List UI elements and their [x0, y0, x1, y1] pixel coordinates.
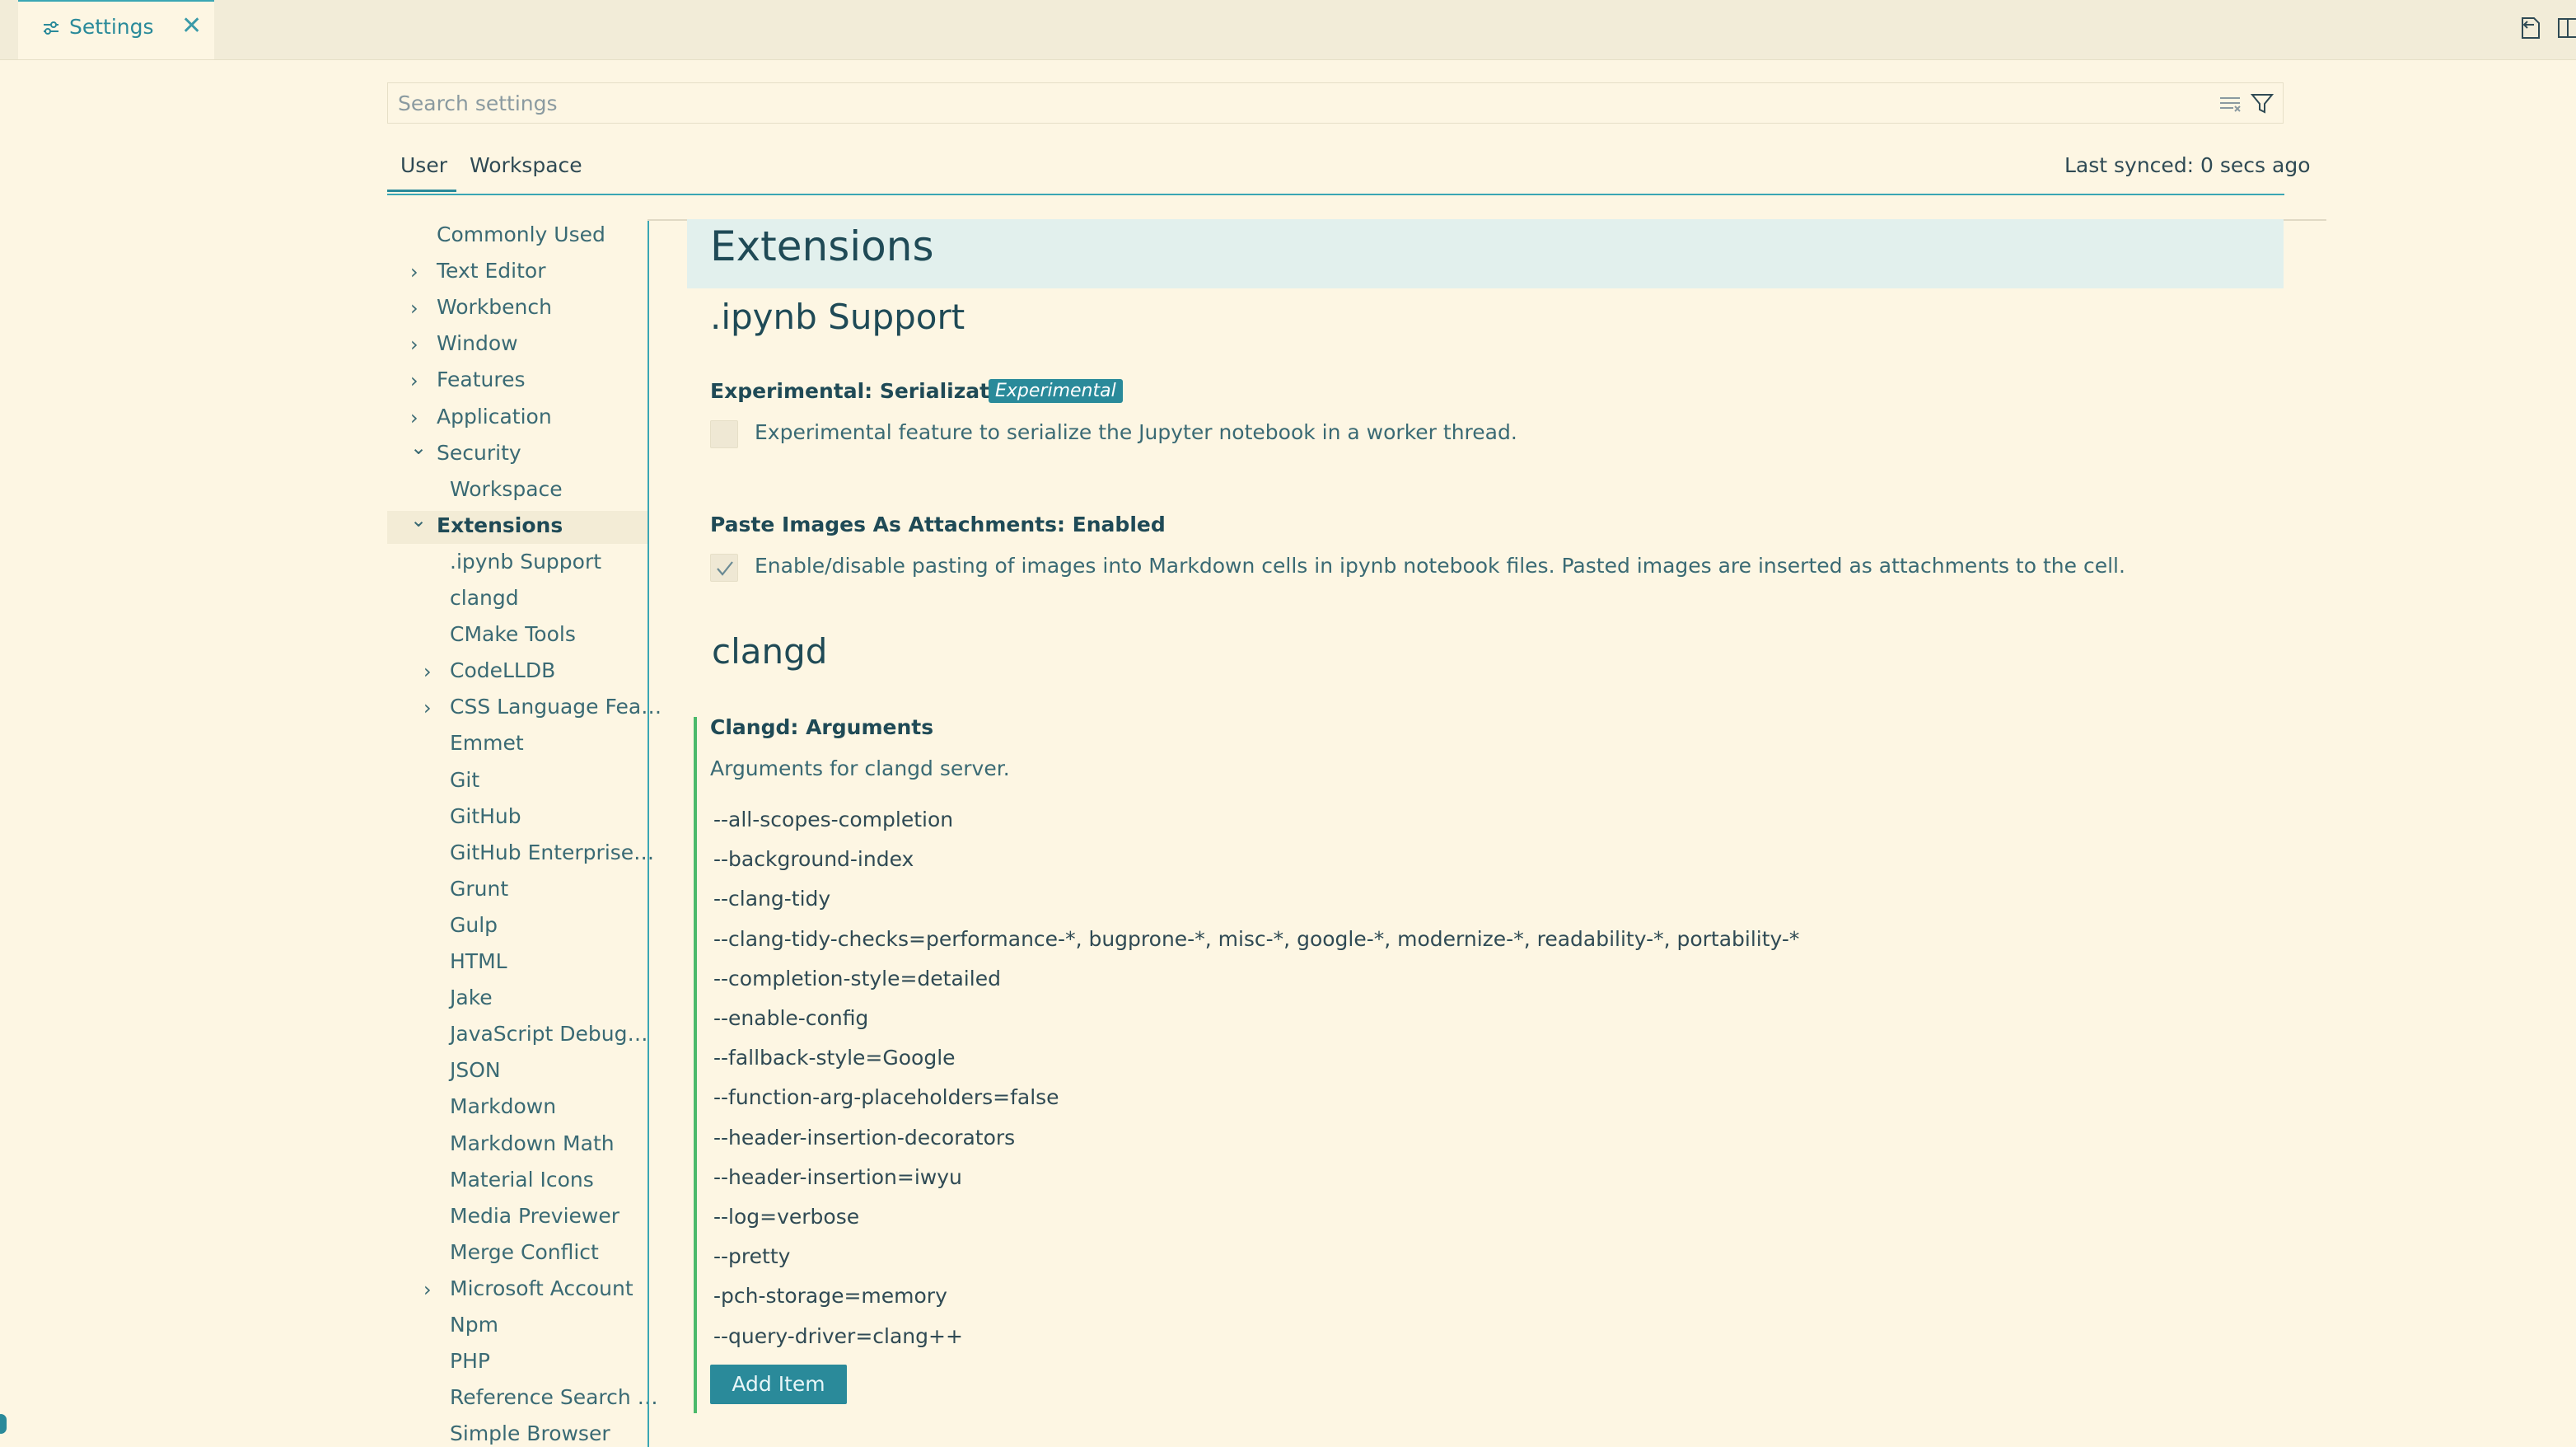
- section-title-ipynb: .ipynb Support: [710, 297, 965, 337]
- argument-item[interactable]: --clang-tidy-checks=performance-*, bugpr…: [713, 927, 1799, 951]
- tab-label: Settings: [69, 15, 154, 39]
- toc-item[interactable]: PHP: [450, 1349, 490, 1373]
- checkmark-icon: [717, 561, 733, 576]
- argument-item[interactable]: --pretty: [713, 1244, 790, 1268]
- section-title-clangd: clangd: [712, 631, 828, 672]
- toc-item[interactable]: .ipynb Support: [450, 550, 601, 574]
- scope-divider: [387, 194, 2284, 195]
- serialization-checkbox[interactable]: [710, 420, 738, 448]
- chevron-right-icon[interactable]: ›: [410, 260, 418, 283]
- tab-workspace[interactable]: Workspace: [470, 153, 582, 177]
- toc-item[interactable]: Microsoft Account: [450, 1276, 633, 1300]
- filter-icon[interactable]: [2250, 91, 2274, 116]
- serialization-description: Experimental feature to serialize the Ju…: [755, 420, 1517, 444]
- setting-title-serialization: Experimental: Serialization: [710, 379, 1026, 403]
- chevron-right-icon[interactable]: ›: [423, 696, 432, 719]
- chevron-down-icon[interactable]: ⌄: [410, 508, 427, 532]
- sync-status: Last synced: 0 secs ago: [2064, 153, 2311, 177]
- toc-item[interactable]: Media Previewer: [450, 1204, 619, 1228]
- toc-item[interactable]: Grunt: [450, 877, 508, 901]
- tab-settings[interactable]: Settings ✕: [18, 0, 214, 59]
- chevron-down-icon[interactable]: ⌄: [410, 436, 427, 459]
- argument-item[interactable]: --enable-config: [713, 1006, 868, 1030]
- argument-item[interactable]: --background-index: [713, 847, 914, 871]
- chevron-right-icon[interactable]: ›: [410, 297, 418, 320]
- chevron-right-icon[interactable]: ›: [423, 1278, 432, 1301]
- scroll-indicator: [0, 1414, 7, 1434]
- split-editor-icon[interactable]: [2555, 13, 2576, 43]
- active-tab-indicator: [387, 190, 456, 192]
- toc-item[interactable]: Reference Search …: [450, 1385, 658, 1409]
- argument-item[interactable]: -pch-storage=memory: [713, 1284, 947, 1308]
- chevron-right-icon[interactable]: ›: [410, 369, 418, 392]
- toc-item[interactable]: Workbench: [437, 295, 552, 319]
- argument-item[interactable]: --query-driver=clang++: [713, 1324, 963, 1348]
- toc-item[interactable]: GitHub: [450, 804, 521, 828]
- clangd-arguments-description: Arguments for clangd server.: [710, 756, 1010, 780]
- toc-item[interactable]: Extensions: [437, 513, 563, 537]
- toc-item[interactable]: Markdown Math: [450, 1131, 615, 1155]
- argument-item[interactable]: --completion-style=detailed: [713, 967, 1001, 990]
- toc-item[interactable]: HTML: [450, 949, 507, 973]
- toc-item[interactable]: Markdown: [450, 1094, 556, 1118]
- chevron-right-icon[interactable]: ›: [423, 660, 432, 683]
- argument-item[interactable]: --fallback-style=Google: [713, 1046, 956, 1070]
- toc-item[interactable]: Security: [437, 441, 521, 465]
- argument-item[interactable]: --clang-tidy: [713, 887, 830, 911]
- open-settings-json-icon[interactable]: [2516, 13, 2546, 43]
- editor-tab-bar: [0, 0, 2576, 60]
- setting-title-paste-images: Paste Images As Attachments: Enabled: [710, 513, 1166, 536]
- toc-item[interactable]: Features: [437, 368, 526, 391]
- toc-item[interactable]: Npm: [450, 1313, 498, 1337]
- chevron-right-icon[interactable]: ›: [410, 333, 418, 356]
- setting-title-clangd-arguments: Clangd: Arguments: [710, 715, 934, 739]
- toc-item[interactable]: Application: [437, 405, 552, 428]
- toc-item[interactable]: Gulp: [450, 913, 498, 937]
- argument-item[interactable]: --function-arg-placeholders=false: [713, 1085, 1059, 1109]
- clear-filter-icon[interactable]: [2218, 93, 2242, 115]
- modified-indicator: [694, 717, 697, 1413]
- chevron-right-icon[interactable]: ›: [410, 406, 418, 429]
- search-placeholder: Search settings: [398, 91, 558, 115]
- experimental-badge: Experimental: [989, 379, 1123, 403]
- toc-item[interactable]: Git: [450, 768, 479, 792]
- argument-item[interactable]: --header-insertion=iwyu: [713, 1165, 962, 1189]
- toc-item[interactable]: Window: [437, 331, 518, 355]
- toc-item[interactable]: Simple Browser: [450, 1421, 610, 1445]
- toc-item[interactable]: Jake: [450, 986, 493, 1009]
- toc-item[interactable]: Merge Conflict: [450, 1240, 599, 1264]
- toc-item[interactable]: Emmet: [450, 731, 524, 755]
- toc-item[interactable]: JavaScript Debug…: [450, 1022, 648, 1046]
- paste-images-description: Enable/disable pasting of images into Ma…: [755, 554, 2125, 578]
- add-item-button[interactable]: Add Item: [710, 1365, 847, 1404]
- toc-item[interactable]: JSON: [450, 1058, 501, 1082]
- paste-images-checkbox[interactable]: [710, 554, 738, 582]
- search-input[interactable]: Search settings: [387, 82, 2284, 124]
- toc-item[interactable]: GitHub Enterprise…: [450, 841, 654, 864]
- toc-item[interactable]: CMake Tools: [450, 622, 576, 646]
- argument-item[interactable]: --all-scopes-completion: [713, 808, 953, 831]
- section-header-extensions: Extensions: [710, 222, 934, 270]
- argument-item[interactable]: --header-insertion-decorators: [713, 1126, 1015, 1150]
- settings-sliders-icon: [44, 21, 58, 35]
- toc-item[interactable]: Workspace: [450, 477, 563, 501]
- argument-item[interactable]: --log=verbose: [713, 1205, 859, 1229]
- toc-item[interactable]: CSS Language Fea…: [450, 695, 662, 719]
- toc-item[interactable]: Commonly Used: [437, 222, 605, 246]
- toc-item[interactable]: Text Editor: [437, 259, 546, 283]
- close-icon[interactable]: ✕: [181, 12, 202, 40]
- toc-item[interactable]: CodeLLDB: [450, 658, 555, 682]
- toc-item[interactable]: clangd: [450, 586, 519, 610]
- toc-item[interactable]: Material Icons: [450, 1168, 594, 1192]
- toc-divider: [648, 219, 649, 1447]
- tab-user[interactable]: User: [400, 153, 447, 177]
